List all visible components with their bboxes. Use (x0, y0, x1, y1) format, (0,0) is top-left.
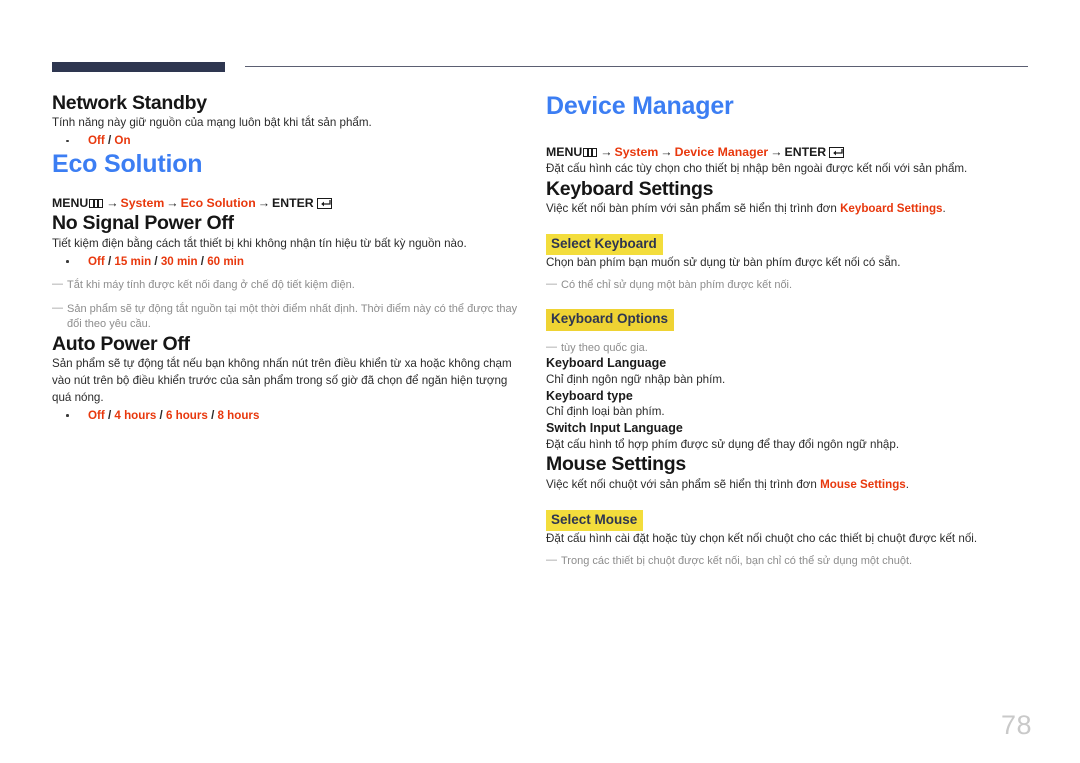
menu-path-device-manager: MENU → System → Device Manager → ENTER (546, 145, 1028, 161)
option-value: 30 min (160, 254, 198, 268)
menu-path-menu-label: MENU (52, 196, 89, 211)
arrow-glyph: → (257, 196, 271, 211)
menu-path-menu-label: MENU (546, 144, 583, 159)
header-rule (52, 62, 1028, 72)
menu-grid-icon (89, 199, 104, 209)
arrow-glyph: → (600, 144, 613, 159)
label-keyboard-options[interactable]: Keyboard Options (546, 309, 675, 331)
note-dash-icon: — (546, 277, 557, 290)
note-item: — Trong các thiết bị chuột được kết nối, … (546, 554, 1028, 570)
note-dash-icon: — (546, 553, 557, 566)
heading-auto-power-off: Auto Power Off (52, 332, 190, 355)
option-value: Off (88, 408, 105, 422)
header-rule-bar (52, 62, 225, 72)
note-text: Sản phẩm sẽ tự động tắt nguồn tại một th… (67, 302, 518, 331)
label-select-mouse[interactable]: Select Mouse (546, 509, 644, 531)
note-text: tùy theo quốc gia. (561, 341, 648, 354)
text-post: . (905, 477, 909, 491)
text-pre: Việc kết nối chuột với sản phẩm sẽ hiển … (546, 477, 821, 491)
note-item: — Tắt khi máy tính được kết nối đang ở ch… (52, 278, 522, 294)
page-number: 78 (1000, 710, 1032, 740)
text-keyboard-type-body: Chỉ định loại bàn phím. (546, 405, 665, 419)
text-device-manager-body: Đặt cấu hình các tùy chọn cho thiết bị n… (546, 161, 968, 175)
header-rule-line (245, 66, 1028, 67)
enter-return-icon (316, 198, 332, 210)
option-value: 8 hours (217, 408, 260, 422)
arrow-glyph: → (166, 196, 179, 211)
highlight-wrap-keyboard-options: Keyboard Options (546, 309, 1028, 331)
text-select-mouse-body: Đặt cấu hình cài đặt hoặc tùy chọn kết n… (546, 531, 978, 545)
menu-path-enter-label: ENTER (272, 196, 314, 211)
note-text: Trong các thiết bị chuột được kết nối, b… (561, 554, 913, 567)
text-keyboard-language-body: Chỉ định ngôn ngữ nhập bàn phím. (546, 372, 726, 386)
heading-keyboard-settings: Keyboard Settings (546, 177, 714, 200)
option-row[interactable]: Off / On (66, 132, 522, 149)
note-text: Tắt khi máy tính được kết nối đang ở chế… (67, 278, 355, 291)
enter-arrow-glyph (320, 200, 331, 207)
enter-arrow-glyph (833, 148, 843, 156)
menu-path-item-device-manager: Device Manager (674, 144, 769, 159)
heading-device-manager: Device Manager (546, 92, 734, 120)
heading-switch-input-language: Switch Input Language (546, 420, 683, 435)
highlight-wrap-select-keyboard: Select Keyboard (546, 233, 1028, 255)
heading-keyboard-language: Keyboard Language (546, 356, 667, 371)
heading-no-signal-power-off: No Signal Power Off (52, 212, 234, 235)
menu-path-item-system: System (614, 144, 659, 159)
enter-return-icon (829, 146, 845, 158)
text-mouse-settings-body: Việc kết nối chuột với sản phẩm sẽ hiển … (546, 477, 1028, 494)
menu-path-item-system: System (120, 196, 165, 211)
note-text: Có thể chỉ sử dụng một bàn phím được kết… (561, 278, 793, 291)
text-select-keyboard-body: Chọn bàn phím bạn muốn sử dụng từ bàn ph… (546, 255, 901, 269)
inline-menu-name: Mouse Settings (820, 477, 906, 491)
menu-path-enter-label: ENTER (784, 144, 827, 159)
inline-menu-name: Keyboard Settings (840, 201, 943, 215)
text-network-standby-body: Tính năng này giữ nguồn của mạng luôn bậ… (52, 116, 372, 130)
arrow-glyph: → (770, 144, 783, 159)
heading-network-standby: Network Standby (52, 92, 207, 114)
menu-path-eco-solution: MENU → System → Eco Solution → ENTER (52, 196, 522, 212)
option-row[interactable]: Off / 15 min / 30 min / 60 min (66, 253, 522, 270)
heading-eco-solution: Eco Solution (52, 149, 203, 178)
option-value: 60 min (207, 254, 244, 268)
options-auto-power-off: Off / 4 hours / 6 hours / 8 hours (52, 407, 522, 424)
option-value: 15 min (114, 254, 152, 268)
option-value: 6 hours (165, 408, 208, 422)
heading-mouse-settings: Mouse Settings (546, 453, 686, 476)
note-dash-icon: — (52, 277, 63, 290)
text-switch-input-language-body: Đặt cấu hình tổ hợp phím được sử dụng để… (546, 437, 900, 451)
note-item: — Sản phẩm sẽ tự động tắt nguồn tại một t… (52, 302, 522, 333)
menu-grid-icon (583, 147, 598, 157)
note-dash-icon: — (546, 340, 557, 353)
left-column: Network Standby Tính năng này giữ nguồn … (52, 92, 522, 424)
arrow-glyph: → (106, 196, 119, 211)
text-keyboard-settings-body: Việc kết nối bàn phím với sản phẩm sẽ hi… (546, 201, 1028, 218)
text-no-signal-power-off-body: Tiết kiệm điện bằng cách tắt thiết bị kh… (52, 236, 467, 250)
text-pre: Việc kết nối bàn phím với sản phẩm sẽ hi… (546, 201, 841, 215)
option-value: On (114, 134, 131, 148)
heading-keyboard-type: Keyboard type (546, 388, 633, 403)
menu-path-item-eco-solution: Eco Solution (180, 196, 256, 211)
right-column: Device Manager MENU → System → Device Manage… (546, 92, 1028, 569)
manual-page: Network Standby Tính năng này giữ nguồn … (0, 0, 1080, 763)
label-select-keyboard[interactable]: Select Keyboard (546, 233, 663, 255)
option-value: 4 hours (114, 408, 157, 422)
note-item: — tùy theo quốc gia. (546, 341, 1028, 357)
option-row[interactable]: Off / 4 hours / 6 hours / 8 hours (66, 407, 522, 424)
options-network-standby: Off / On (52, 132, 522, 149)
options-no-signal-power-off: Off / 15 min / 30 min / 60 min (52, 253, 522, 270)
option-value: Off (88, 134, 105, 148)
note-dash-icon: — (52, 301, 63, 314)
note-item: — Có thể chỉ sử dụng một bàn phím được kế… (546, 278, 1028, 294)
text-post: . (942, 201, 946, 215)
arrow-glyph: → (660, 144, 673, 159)
highlight-wrap-select-mouse: Select Mouse (546, 509, 1028, 531)
text-auto-power-off-body: Sản phẩm sẽ tự động tắt nếu bạn không nh… (52, 357, 512, 404)
option-value: Off (88, 254, 105, 268)
